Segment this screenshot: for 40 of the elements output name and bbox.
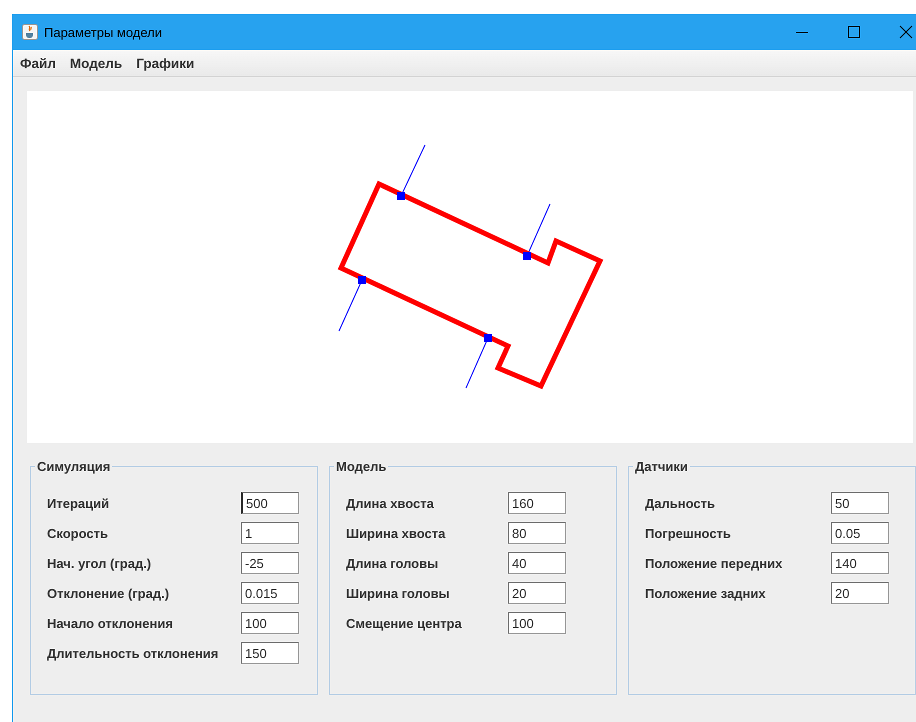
field-label: Длительность отклонения: [47, 646, 220, 660]
menu-item[interactable]: Модель: [70, 56, 122, 70]
input-field[interactable]: 500: [241, 492, 299, 514]
input-field[interactable]: -25: [241, 552, 299, 574]
input-field[interactable]: 100: [508, 612, 566, 634]
close-icon: [899, 25, 913, 39]
field-label: Отклонение (град.): [47, 586, 170, 600]
field-label: Скорость: [47, 526, 109, 540]
maximize-icon: [848, 26, 860, 38]
input-field[interactable]: 80: [508, 522, 566, 544]
input-field[interactable]: 150: [241, 642, 299, 664]
input-field[interactable]: 0.015: [241, 582, 299, 604]
input-field[interactable]: 140: [831, 552, 889, 574]
field-label: Положение задних: [645, 586, 767, 600]
field-label: Ширина головы: [346, 586, 451, 600]
field-label: Длина головы: [346, 556, 440, 570]
input-field[interactable]: 100: [241, 612, 299, 634]
app-icon: [22, 24, 38, 40]
input-field[interactable]: 20: [508, 582, 566, 604]
field-label: Положение передних: [645, 556, 784, 570]
input-field[interactable]: 40: [508, 552, 566, 574]
field-label: Ширина хвоста: [346, 526, 446, 540]
group-title: Модель: [335, 459, 388, 474]
input-field[interactable]: 1: [241, 522, 299, 544]
input-field[interactable]: 0.05: [831, 522, 889, 544]
input-field[interactable]: 20: [831, 582, 889, 604]
field-label: Смещение центра: [346, 616, 463, 630]
input-field[interactable]: 160: [508, 492, 566, 514]
group-title: Датчики: [634, 459, 689, 474]
field-label: Дальность: [645, 496, 716, 510]
menu-item[interactable]: Файл: [20, 56, 56, 70]
field-label: Начало отклонения: [47, 616, 174, 630]
window-title: Параметры модели: [44, 24, 164, 40]
field-label: Погрешность: [645, 526, 732, 540]
input-field[interactable]: 50: [831, 492, 889, 514]
field-label: Длина хвоста: [346, 496, 435, 510]
menu-item[interactable]: Графики: [136, 56, 194, 70]
field-label: Итераций: [47, 496, 110, 510]
group-title: Симуляция: [36, 459, 112, 474]
field-label: Нач. угол (град.): [47, 556, 152, 570]
